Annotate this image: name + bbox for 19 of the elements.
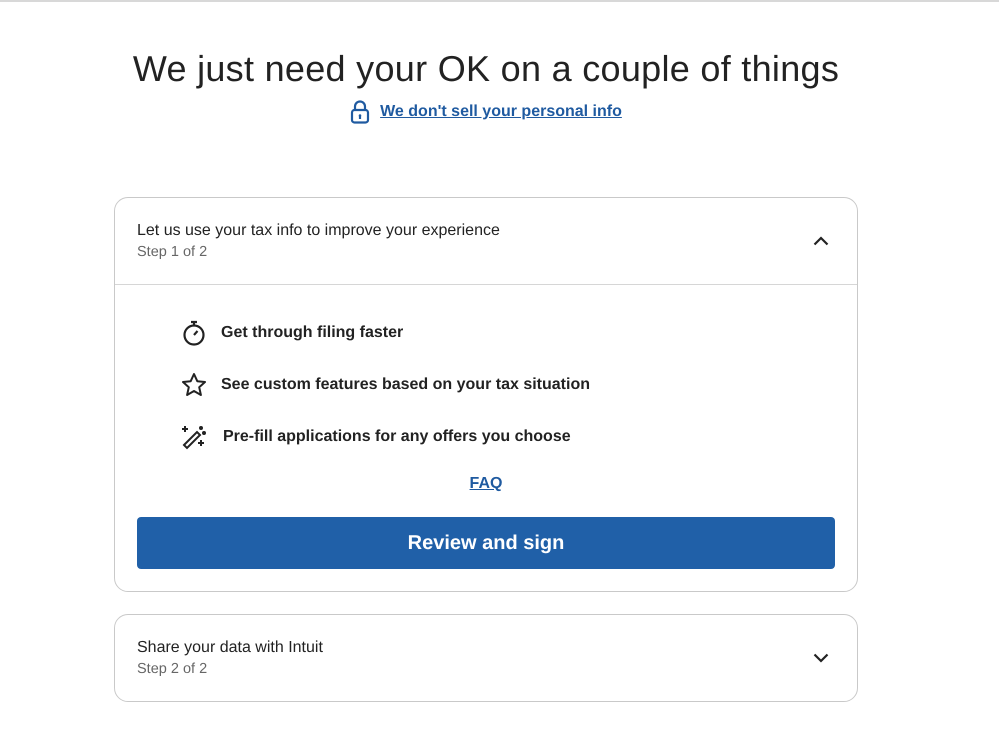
benefit-text: Get through filing faster <box>221 324 404 342</box>
magic-wand-icon <box>181 424 209 450</box>
step-number: Step 2 of 2 <box>137 661 208 677</box>
step-header[interactable]: Share your data with Intuit Step 2 of 2 <box>115 615 857 701</box>
stopwatch-icon <box>181 320 207 346</box>
privacy-link[interactable]: We don't sell your personal info <box>380 103 622 121</box>
chevron-down-icon[interactable] <box>813 653 829 663</box>
review-and-sign-button[interactable]: Review and sign <box>137 517 835 569</box>
benefit-text: Pre-fill applications for any offers you choose <box>223 428 571 446</box>
faq-link[interactable]: FAQ <box>470 475 502 493</box>
chevron-up-icon[interactable] <box>813 236 829 246</box>
page-title: We just need your OK on a couple of things <box>132 48 840 90</box>
step-title: Share your data with Intuit <box>137 639 323 657</box>
star-icon <box>181 372 207 398</box>
step-title: Let us use your tax info to improve your experience <box>137 222 500 240</box>
lock-icon <box>350 100 370 124</box>
benefit-text: See custom features based on your tax situation <box>221 376 590 394</box>
step-header[interactable]: Let us use your tax info to improve your experience Step 1 of 2 <box>115 198 857 285</box>
step-number: Step 1 of 2 <box>137 244 208 260</box>
